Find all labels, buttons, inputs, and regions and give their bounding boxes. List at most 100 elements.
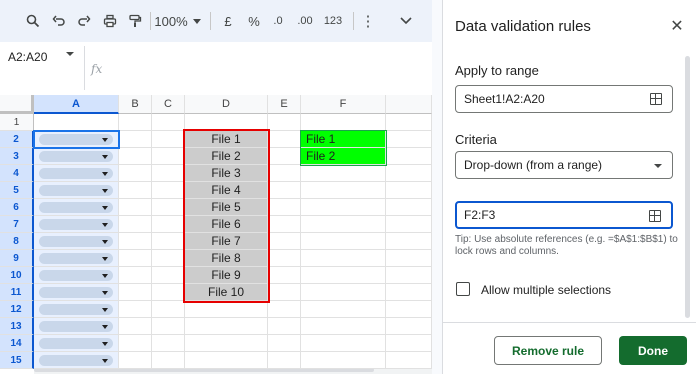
cell-e13[interactable] xyxy=(268,318,301,335)
zoom-dropdown-icon[interactable] xyxy=(190,9,204,33)
cell-g13[interactable] xyxy=(386,318,432,335)
sheet-grid[interactable]: A B C D E F 1 2 File 1 File 1 3 File 2 File 2 4 File 3… xyxy=(0,95,432,374)
cell-a5[interactable] xyxy=(34,182,119,199)
cell-g4[interactable] xyxy=(386,165,432,182)
dropdown-arrow-icon[interactable] xyxy=(102,155,108,159)
more-options-icon[interactable]: ⋮ xyxy=(360,9,376,33)
criteria-select[interactable]: Drop-down (from a range) xyxy=(455,151,673,179)
name-box[interactable]: A2:A20 xyxy=(8,47,78,67)
cell-a11[interactable] xyxy=(34,284,119,301)
dropdown-arrow-icon[interactable] xyxy=(102,359,108,363)
cell-d14[interactable] xyxy=(185,335,268,352)
cell-b8[interactable] xyxy=(119,233,152,250)
cell-e3[interactable] xyxy=(268,148,301,165)
cell-g14[interactable] xyxy=(386,335,432,352)
print-icon[interactable] xyxy=(99,9,121,33)
cell-c7[interactable] xyxy=(152,216,185,233)
cell-a9[interactable] xyxy=(34,250,119,267)
column-header-e[interactable]: E xyxy=(268,95,301,114)
cell-b3[interactable] xyxy=(119,148,152,165)
close-icon[interactable]: ✕ xyxy=(667,16,687,36)
column-header-d[interactable]: D xyxy=(185,95,268,114)
cell-c13[interactable] xyxy=(152,318,185,335)
cell-e11[interactable] xyxy=(268,284,301,301)
cell-g11[interactable] xyxy=(386,284,432,301)
cell-g5[interactable] xyxy=(386,182,432,199)
dropdown-arrow-icon[interactable] xyxy=(102,274,108,278)
cell-a1[interactable] xyxy=(34,114,119,131)
cell-f14[interactable] xyxy=(301,335,386,352)
cell-d15[interactable] xyxy=(185,352,268,369)
column-header-c[interactable]: C xyxy=(152,95,185,114)
cell-c12[interactable] xyxy=(152,301,185,318)
cell-b11[interactable] xyxy=(119,284,152,301)
name-box-dropdown-icon[interactable] xyxy=(66,52,74,56)
cell-b13[interactable] xyxy=(119,318,152,335)
dropdown-arrow-icon[interactable] xyxy=(102,325,108,329)
dropdown-arrow-icon[interactable] xyxy=(102,138,108,142)
row-header-5[interactable]: 5 xyxy=(0,182,34,199)
cell-c5[interactable] xyxy=(152,182,185,199)
cell-c3[interactable] xyxy=(152,148,185,165)
cell-b7[interactable] xyxy=(119,216,152,233)
row-header-7[interactable]: 7 xyxy=(0,216,34,233)
cell-e14[interactable] xyxy=(268,335,301,352)
cell-c15[interactable] xyxy=(152,352,185,369)
remove-rule-button[interactable]: Remove rule xyxy=(494,336,602,365)
cell-e7[interactable] xyxy=(268,216,301,233)
cell-c14[interactable] xyxy=(152,335,185,352)
cell-f7[interactable] xyxy=(301,216,386,233)
cell-a8[interactable] xyxy=(34,233,119,250)
cell-a6[interactable] xyxy=(34,199,119,216)
percent-format-button[interactable]: % xyxy=(244,9,264,33)
cell-c9[interactable] xyxy=(152,250,185,267)
row-header-13[interactable]: 13 xyxy=(0,318,34,335)
cell-g7[interactable] xyxy=(386,216,432,233)
cell-a2[interactable] xyxy=(34,131,119,148)
cell-b1[interactable] xyxy=(119,114,152,131)
apply-range-field[interactable]: Sheet1!A2:A20 xyxy=(455,85,673,113)
cell-b12[interactable] xyxy=(119,301,152,318)
dropdown-arrow-icon[interactable] xyxy=(102,189,108,193)
cell-e9[interactable] xyxy=(268,250,301,267)
cell-g2[interactable] xyxy=(386,131,432,148)
panel-scrollbar[interactable] xyxy=(685,56,690,318)
cell-e6[interactable] xyxy=(268,199,301,216)
cell-b4[interactable] xyxy=(119,165,152,182)
cell-g1[interactable] xyxy=(386,114,432,131)
cell-b15[interactable] xyxy=(119,352,152,369)
row-header-8[interactable]: 8 xyxy=(0,233,34,250)
search-icon[interactable] xyxy=(22,9,44,33)
dropdown-arrow-icon[interactable] xyxy=(102,206,108,210)
column-header-a[interactable]: A xyxy=(34,95,119,114)
cell-d6[interactable]: File 5 xyxy=(185,199,268,216)
cell-d4[interactable]: File 3 xyxy=(185,165,268,182)
cell-c8[interactable] xyxy=(152,233,185,250)
dropdown-arrow-icon[interactable] xyxy=(102,342,108,346)
row-header-4[interactable]: 4 xyxy=(0,165,34,182)
cell-a7[interactable] xyxy=(34,216,119,233)
cell-e1[interactable] xyxy=(268,114,301,131)
cell-g12[interactable] xyxy=(386,301,432,318)
cell-d10[interactable]: File 9 xyxy=(185,267,268,284)
cell-b5[interactable] xyxy=(119,182,152,199)
cell-f6[interactable] xyxy=(301,199,386,216)
cell-e2[interactable] xyxy=(268,131,301,148)
undo-icon[interactable] xyxy=(48,9,70,33)
cell-f1[interactable] xyxy=(301,114,386,131)
cell-b10[interactable] xyxy=(119,267,152,284)
cell-a3[interactable] xyxy=(34,148,119,165)
cell-f15[interactable] xyxy=(301,352,386,369)
cell-c2[interactable] xyxy=(152,131,185,148)
done-button[interactable]: Done xyxy=(619,336,687,365)
cell-a13[interactable] xyxy=(34,318,119,335)
dropdown-arrow-icon[interactable] xyxy=(102,240,108,244)
row-header-2[interactable]: 2 xyxy=(0,131,34,148)
cell-d13[interactable] xyxy=(185,318,268,335)
cell-e4[interactable] xyxy=(268,165,301,182)
cell-c10[interactable] xyxy=(152,267,185,284)
cell-e15[interactable] xyxy=(268,352,301,369)
cell-d3[interactable]: File 2 xyxy=(185,148,268,165)
cell-g9[interactable] xyxy=(386,250,432,267)
cell-g6[interactable] xyxy=(386,199,432,216)
